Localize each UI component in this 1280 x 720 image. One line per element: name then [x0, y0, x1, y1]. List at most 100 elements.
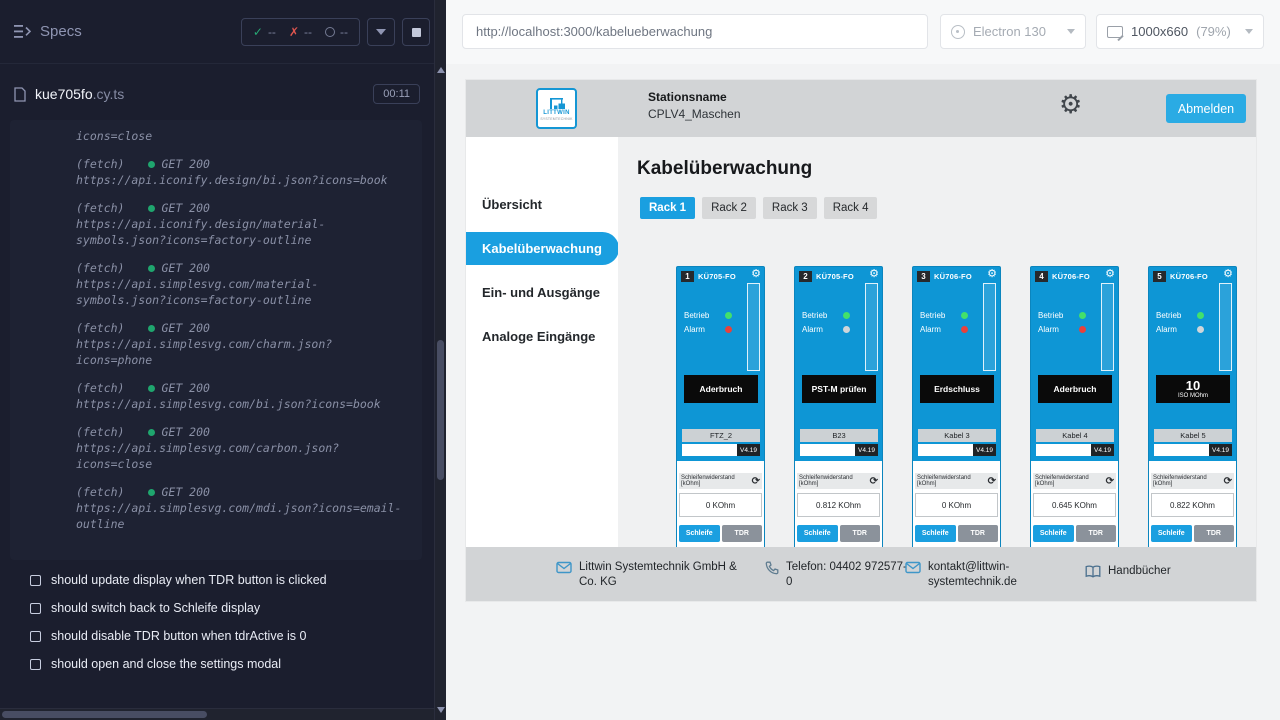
schleife-button[interactable]: Schleife — [1151, 525, 1192, 542]
collapse-button[interactable] — [367, 18, 395, 46]
log-entry-partial[interactable]: icons=close — [76, 128, 408, 144]
device-settings-icon[interactable]: ⚙ — [869, 268, 879, 281]
footer-email[interactable]: kontakt@littwin-systemtechnik.de — [905, 560, 1034, 589]
footer-manuals[interactable]: Handbücher — [1085, 564, 1171, 579]
resistance-label: Schleifenwiderstand [kOhm] — [681, 475, 752, 487]
schleife-button[interactable]: Schleife — [797, 525, 838, 542]
device-rail — [1101, 283, 1114, 371]
vertical-scrollbar[interactable] — [434, 0, 446, 720]
network-log-entry[interactable]: (fetch) GET 200 https://api.simplesvg.co… — [76, 320, 408, 368]
tab-rack-3[interactable]: Rack 3 — [763, 197, 817, 219]
refresh-icon[interactable]: ⟳ — [870, 476, 878, 487]
vertical-scrollbar-thumb[interactable] — [437, 340, 444, 480]
schleife-button[interactable]: Schleife — [915, 525, 956, 542]
url-input[interactable]: http://localhost:3000/kabelueberwachung — [462, 14, 928, 49]
specs-toggle[interactable]: Specs — [14, 23, 82, 40]
spec-extension: .cy.ts — [93, 86, 125, 102]
tdr-button[interactable]: TDR — [722, 525, 763, 542]
stop-button[interactable] — [402, 18, 430, 46]
tdr-button[interactable]: TDR — [958, 525, 999, 542]
spec-header: kue705fo.cy.ts 00:11 — [0, 76, 434, 112]
sidebar-item-analoge-eingaenge[interactable]: Analoge Eingänge — [466, 320, 618, 353]
spec-name[interactable]: kue705fo — [35, 86, 93, 102]
refresh-icon[interactable]: ⟳ — [752, 476, 760, 487]
alarm-led — [961, 326, 968, 333]
test-title: should update display when TDR button is… — [51, 573, 327, 587]
network-log-entry[interactable]: (fetch) GET 200 https://api.simplesvg.co… — [76, 380, 408, 412]
firmware-version: V4.19 — [1209, 444, 1232, 456]
failed-count: -- — [304, 25, 312, 39]
tab-rack-2[interactable]: Rack 2 — [702, 197, 756, 219]
status-display: 10 ISO MOhm — [1156, 375, 1230, 403]
log-status-text: GET 200 — [161, 156, 209, 172]
network-log-entry[interactable]: (fetch) GET 200 https://api.simplesvg.co… — [76, 484, 408, 532]
alarm-led — [725, 326, 732, 333]
tab-rack-4[interactable]: Rack 4 — [824, 197, 878, 219]
sidebar-item-kabelueberwachung[interactable]: Kabelüberwachung — [466, 232, 619, 265]
network-log-entry[interactable]: (fetch) GET 200 https://api.iconify.desi… — [76, 200, 408, 248]
iso-value: 10 — [1186, 379, 1200, 393]
footer-company[interactable]: Littwin Systemtechnik GmbH & Co. KG — [556, 560, 757, 589]
network-log-entry[interactable]: (fetch) GET 200 https://api.simplesvg.co… — [76, 424, 408, 472]
test-item[interactable]: should open and close the settings modal — [0, 650, 434, 678]
resistance-value: 0.645 KOhm — [1033, 493, 1116, 517]
crane-icon — [548, 97, 566, 109]
browser-select[interactable]: Electron 130 — [940, 14, 1086, 49]
alarm-label: Alarm — [684, 325, 705, 334]
schleife-button[interactable]: Schleife — [679, 525, 720, 542]
logout-button[interactable]: Abmelden — [1166, 94, 1246, 123]
horizontal-scrollbar[interactable] — [0, 708, 434, 720]
device-cards: 1 KÜ705-FO ⚙ Betrieb Alarm Aderbruch FTZ… — [676, 266, 1237, 547]
status-ok-dot — [148, 205, 155, 212]
horizontal-scrollbar-thumb[interactable] — [2, 711, 207, 718]
sidebar-item-uebersicht[interactable]: Übersicht — [466, 188, 618, 221]
refresh-icon[interactable]: ⟳ — [988, 476, 996, 487]
status-display: PST-M prüfen — [802, 375, 876, 403]
tab-rack-1[interactable]: Rack 1 — [640, 197, 695, 219]
test-item[interactable]: should update display when TDR button is… — [0, 566, 434, 594]
tdr-button[interactable]: TDR — [840, 525, 881, 542]
scroll-up-arrow[interactable] — [437, 67, 445, 73]
refresh-icon[interactable]: ⟳ — [1106, 476, 1114, 487]
log-status-text: GET 200 — [161, 320, 209, 336]
firmware-version: V4.19 — [737, 444, 760, 456]
test-item[interactable]: should disable TDR button when tdrActive… — [0, 622, 434, 650]
tdr-button[interactable]: TDR — [1076, 525, 1117, 542]
viewport-scale: (79%) — [1196, 24, 1231, 39]
alarm-led — [1197, 326, 1204, 333]
app-under-test: LITTWIN SYSTEMTECHNIK Stationsname CPLV4… — [466, 80, 1256, 601]
page-title: Kabelüberwachung — [637, 158, 812, 180]
device-model: KÜ706-FO — [934, 272, 972, 281]
device-settings-icon[interactable]: ⚙ — [1105, 268, 1115, 281]
resistance-value: 0 KOhm — [679, 493, 762, 517]
resistance-value: 0.822 KOhm — [1151, 493, 1234, 517]
failed-icon: ✗ — [289, 25, 299, 39]
browser-name: Electron 130 — [973, 24, 1046, 39]
device-settings-icon[interactable]: ⚙ — [1223, 268, 1233, 281]
settings-gear-icon[interactable]: ⚙ — [1059, 91, 1082, 117]
log-url: https://api.iconify.design/material-symb… — [76, 216, 408, 248]
viewport-select[interactable]: 1000x660 (79%) — [1096, 14, 1264, 49]
refresh-icon[interactable]: ⟳ — [1224, 476, 1232, 487]
test-item[interactable]: should switch back to Schleife display — [0, 594, 434, 622]
betrieb-led — [1079, 312, 1086, 319]
device-settings-icon[interactable]: ⚙ — [751, 268, 761, 281]
spec-file-icon — [14, 87, 26, 102]
tdr-button[interactable]: TDR — [1194, 525, 1235, 542]
schleife-button[interactable]: Schleife — [1033, 525, 1074, 542]
network-log-entry[interactable]: (fetch) GET 200 https://api.simplesvg.co… — [76, 260, 408, 308]
log-status-text: GET 200 — [161, 424, 209, 440]
status-display: Erdschluss — [920, 375, 994, 403]
test-state-icon — [30, 603, 41, 614]
firmware-version: V4.19 — [855, 444, 878, 456]
test-stats[interactable]: ✓-- ✗-- -- — [241, 18, 360, 46]
log-url: https://api.simplesvg.com/carbon.json?ic… — [76, 440, 408, 472]
alarm-label: Alarm — [802, 325, 823, 334]
scroll-down-arrow[interactable] — [437, 707, 445, 713]
sidebar-item-ein-und-ausgaenge[interactable]: Ein- und Ausgänge — [466, 276, 618, 309]
browser-panel: http://localhost:3000/kabelueberwachung … — [446, 0, 1280, 720]
network-log-entry[interactable]: (fetch) GET 200 https://api.iconify.desi… — [76, 156, 408, 188]
device-settings-icon[interactable]: ⚙ — [987, 268, 997, 281]
footer-phone[interactable]: Telefon: 04402 972577-0 — [765, 560, 912, 589]
device-model: KÜ705-FO — [698, 272, 736, 281]
